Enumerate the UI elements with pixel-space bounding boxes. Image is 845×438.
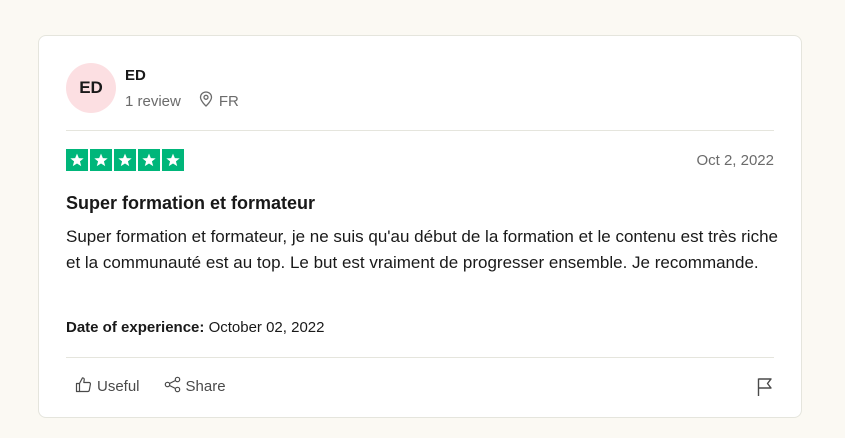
- review-card: ED ED 1 review FR Oct 2, 2022 Super form…: [38, 35, 802, 418]
- date-of-experience: Date of experience: October 02, 2022: [66, 319, 324, 336]
- share-icon: [164, 376, 181, 397]
- review-count: 1 review: [125, 92, 181, 110]
- thumbs-up-icon: [75, 376, 92, 397]
- report-button[interactable]: [756, 377, 774, 402]
- reviewer-name[interactable]: ED: [125, 67, 146, 84]
- review-body: Super formation et formateur, je ne suis…: [66, 227, 778, 272]
- star-icon: [114, 149, 136, 171]
- review-actions: Useful Share: [75, 376, 226, 397]
- useful-label: Useful: [97, 378, 140, 395]
- review-title[interactable]: Super formation et formateur: [66, 193, 315, 214]
- share-button[interactable]: Share: [164, 376, 226, 397]
- reviewer-location: FR: [199, 91, 239, 111]
- star-icon: [66, 149, 88, 171]
- experience-date: October 02, 2022: [208, 319, 325, 336]
- experience-label: Date of experience:: [66, 319, 205, 336]
- useful-button[interactable]: Useful: [75, 376, 140, 397]
- avatar-initials: ED: [79, 78, 103, 97]
- star-icon: [90, 149, 112, 171]
- avatar[interactable]: ED: [66, 63, 116, 113]
- location-pin-icon: [199, 91, 219, 111]
- reviewer-meta: 1 review FR: [125, 91, 239, 111]
- flag-icon: [756, 378, 774, 401]
- star-rating: [66, 149, 184, 171]
- star-icon: [138, 149, 160, 171]
- share-label: Share: [185, 378, 226, 395]
- star-icon: [162, 149, 184, 171]
- country-code: FR: [218, 92, 239, 110]
- divider: [66, 130, 774, 131]
- review-date: Oct 2, 2022: [696, 152, 774, 169]
- divider: [66, 357, 774, 358]
